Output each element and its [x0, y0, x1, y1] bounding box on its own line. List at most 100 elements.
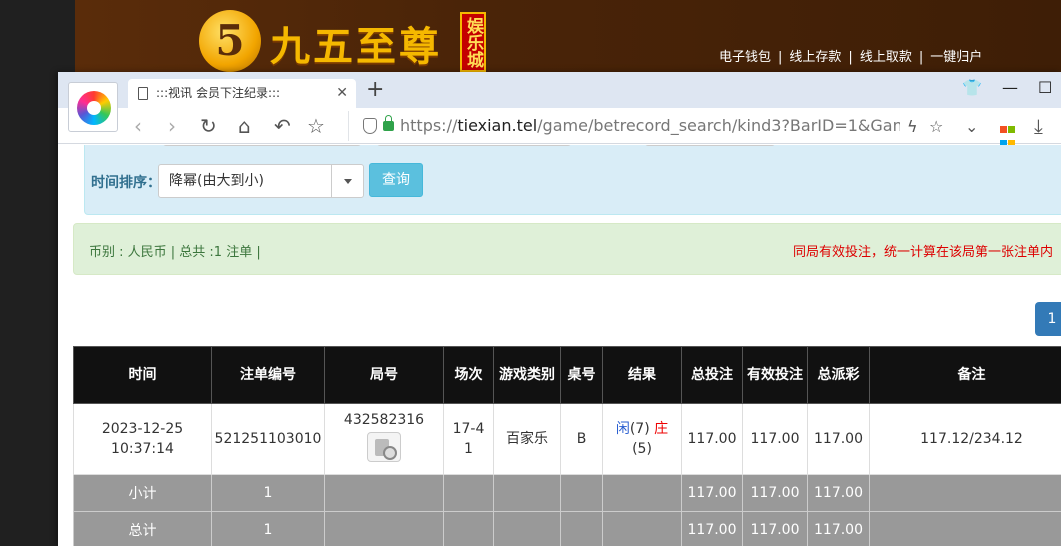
cell-total-bet[interactable]: 117.00: [681, 403, 743, 475]
undo-close-button[interactable]: ↶: [274, 113, 291, 139]
column-header: 注单编号: [211, 346, 325, 404]
empty-cell: [602, 474, 682, 512]
empty-cell: [602, 511, 682, 546]
shield-icon[interactable]: [363, 118, 377, 134]
empty-cell: [869, 511, 1061, 546]
empty-cell: [560, 474, 603, 512]
tab-title: :::视讯 会员下注纪录:::: [156, 86, 281, 100]
lightning-icon[interactable]: ϟ: [907, 117, 918, 136]
column-header: 桌号: [560, 346, 603, 404]
subtotal-payout: 117.00: [807, 474, 870, 512]
query-button[interactable]: 查询: [369, 163, 423, 197]
maximize-button[interactable]: ☐: [1038, 78, 1052, 97]
cell-note: 117.12/234.12: [869, 403, 1061, 475]
date-start-input[interactable]: 2023-12-25: [163, 145, 361, 146]
page-size-input[interactable]: 100: [645, 145, 775, 146]
cell-round-id: 432582316: [324, 403, 444, 475]
subtotal-total-bet: 117.00: [681, 474, 743, 512]
cell-game: 百家乐: [493, 403, 561, 475]
empty-cell: [493, 474, 561, 512]
site-logo-tag: 娱乐城: [460, 12, 486, 72]
sort-select[interactable]: 降幂(由大到小): [158, 164, 364, 198]
subtotal-valid-bet: 117.00: [742, 474, 808, 512]
popup-browser-window: :::视讯 会员下注纪录::: ✕ + 👕 — ☐ ‹ › ↻ ⌂ ↶ ☆ ht…: [58, 72, 1061, 546]
site-header: 5 九五至尊 娱乐城 电子钱包 | 线上存款 | 线上取款 | 一键归户: [75, 0, 1061, 80]
select-caret: [331, 165, 363, 197]
search-panel: 2023-12-25 2023-12-25 100 时间排序： 降幂(由大到小)…: [84, 145, 1061, 215]
cell-result: 闲(7) 庄 (5): [602, 403, 682, 475]
cell-session: 17-41: [443, 403, 494, 475]
chevron-down-icon[interactable]: ⌄: [965, 117, 978, 136]
table-row: 2023-12-25 10:37:14 521251103010 43258231…: [73, 403, 1061, 475]
favorite-star-icon[interactable]: ☆: [929, 117, 943, 136]
site-logo-mark: 5: [199, 10, 261, 72]
column-header: 结果: [602, 346, 682, 404]
nav-link-wallet[interactable]: 电子钱包: [719, 50, 771, 65]
summary-notice: 同局有效投注，统一计算在该局第一张注单内: [792, 245, 1053, 260]
tab-bet-records[interactable]: :::视讯 会员下注纪录::: ✕: [128, 79, 356, 108]
total-label: 总计: [73, 511, 212, 546]
nav-link-deposit[interactable]: 线上存款: [789, 50, 841, 65]
total-valid-bet: 117.00: [742, 511, 808, 546]
total-total-bet: 117.00: [681, 511, 743, 546]
shirt-icon[interactable]: 👕: [962, 78, 982, 97]
column-header: 场次: [443, 346, 494, 404]
bookmark-star-button[interactable]: ☆: [307, 113, 325, 139]
page-content: 2023-12-25 2023-12-25 100 时间排序： 降幂(由大到小)…: [58, 145, 1061, 546]
cell-valid-bet: 117.00: [742, 403, 808, 475]
sort-label: 时间排序：: [91, 175, 161, 191]
subtotal-row: 小计 1 117.00 117.00 117.00: [73, 474, 1061, 512]
column-header: 局号: [324, 346, 444, 404]
column-header: 总派彩: [807, 346, 870, 404]
new-tab-button[interactable]: +: [366, 78, 384, 102]
url-text[interactable]: https://tiexian.tel/game/betrecord_searc…: [400, 116, 900, 135]
bet-records-table: 时间 注单编号 局号 场次 游戏类别 桌号 结果 总投注 有效投注 总派彩 备注…: [73, 346, 1061, 546]
cell-table: B: [560, 403, 603, 475]
total-payout: 117.00: [807, 511, 870, 546]
cell-payout: 117.00: [807, 403, 870, 475]
total-row: 总计 1 117.00 117.00 117.00: [73, 511, 1061, 546]
subtotal-label: 小计: [73, 474, 212, 512]
nav-link-consolidate[interactable]: 一键归户: [930, 50, 982, 65]
download-icon[interactable]: ⤓: [1034, 113, 1043, 139]
summary-panel: 币别 : 人民币 | 总共 :1 注单 | 同局有效投注，统一计算在该局第一张注…: [73, 223, 1061, 275]
address-bar[interactable]: https://tiexian.tel/game/betrecord_searc…: [348, 111, 988, 141]
column-header: 时间: [73, 346, 212, 404]
subtotal-count: 1: [211, 474, 325, 512]
video-replay-icon[interactable]: [367, 432, 401, 462]
empty-cell: [560, 511, 603, 546]
column-header: 有效投注: [742, 346, 808, 404]
column-header: 总投注: [681, 346, 743, 404]
empty-cell: [324, 511, 444, 546]
close-tab-icon[interactable]: ✕: [336, 79, 348, 108]
total-count: 1: [211, 511, 325, 546]
cell-time: 2023-12-25 10:37:14: [73, 403, 212, 475]
reload-button[interactable]: ↻: [200, 113, 217, 139]
site-logo-text: 九五至尊: [270, 23, 442, 70]
column-header: 游戏类别: [493, 346, 561, 404]
back-button[interactable]: ‹: [134, 113, 142, 139]
pagination-page-1[interactable]: 1: [1035, 302, 1061, 336]
document-icon: [138, 87, 148, 100]
cell-bet-id: 521251103010: [211, 403, 325, 475]
forward-button[interactable]: ›: [168, 113, 176, 139]
column-header: 备注: [869, 346, 1061, 404]
nav-link-withdraw[interactable]: 线上取款: [860, 50, 912, 65]
date-end-input[interactable]: 2023-12-25: [377, 145, 571, 146]
site-nav: 电子钱包 | 线上存款 | 线上取款 | 一键归户: [719, 50, 983, 65]
navigation-toolbar: ‹ › ↻ ⌂ ↶ ☆ https://tiexian.tel/game/bet…: [58, 108, 1061, 147]
browser-logo: [68, 82, 118, 132]
empty-cell: [324, 474, 444, 512]
chevron-down-icon: [344, 179, 352, 184]
home-button[interactable]: ⌂: [238, 113, 251, 139]
tab-bar: :::视讯 会员下注纪录::: ✕ + 👕 — ☐: [58, 72, 1061, 108]
summary-text: 币别 : 人民币 | 总共 :1 注单 |: [89, 245, 261, 260]
empty-cell: [443, 474, 494, 512]
table-header-row: 时间 注单编号 局号 场次 游戏类别 桌号 结果 总投注 有效投注 总派彩 备注: [73, 346, 1061, 404]
empty-cell: [443, 511, 494, 546]
sort-select-value: 降幂(由大到小): [169, 173, 264, 189]
lock-icon[interactable]: [383, 115, 394, 131]
empty-cell: [493, 511, 561, 546]
browser-logo-icon: [77, 91, 111, 125]
minimize-button[interactable]: —: [1002, 78, 1018, 97]
